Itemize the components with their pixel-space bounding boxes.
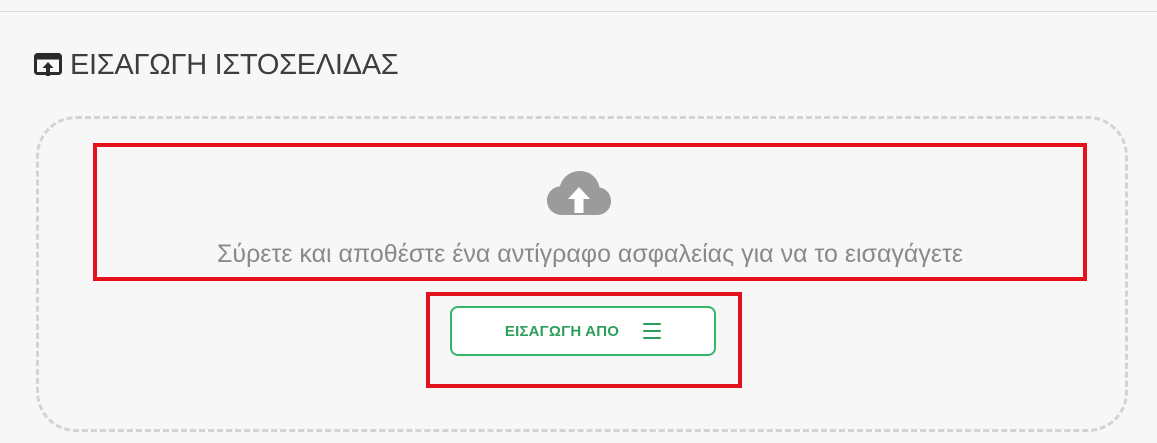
- highlight-frame-import-button: [426, 292, 742, 388]
- top-divider: [0, 11, 1157, 12]
- section-header: ΕΙΣΑΓΩΓΗ ΙΣΤΟΣΕΛΙΔΑΣ: [34, 48, 399, 82]
- highlight-frame-dropzone: [93, 143, 1087, 281]
- import-website-icon: [34, 51, 62, 79]
- page-title: ΕΙΣΑΓΩΓΗ ΙΣΤΟΣΕΛΙΔΑΣ: [70, 48, 399, 81]
